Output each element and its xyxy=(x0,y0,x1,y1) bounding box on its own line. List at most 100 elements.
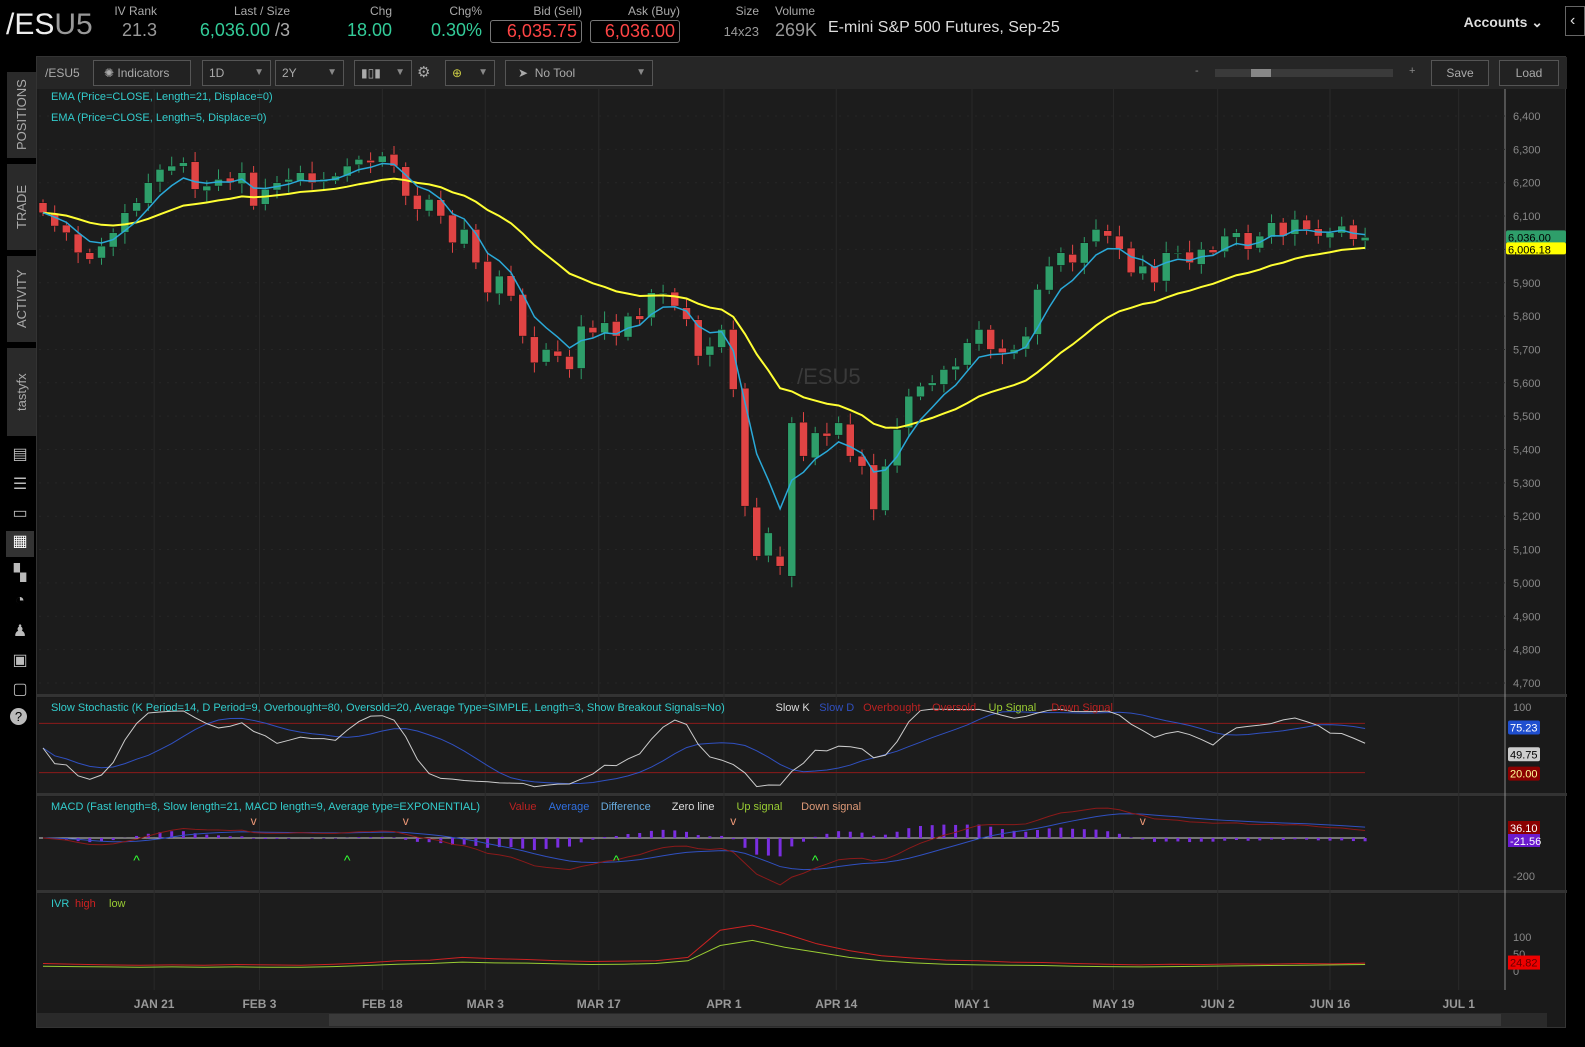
last-size-value: /3 xyxy=(274,20,290,40)
label: Last / Size xyxy=(233,4,290,18)
bid-sell[interactable]: Bid (Sell) 6,035.75 xyxy=(490,4,582,43)
indicators-label: Indicators xyxy=(117,66,170,80)
candle xyxy=(1232,232,1241,238)
range-value: 2Y xyxy=(282,66,297,80)
y-tick-label: 5,800 xyxy=(1513,311,1541,323)
candle xyxy=(354,159,364,165)
history-icon[interactable]: ◔ xyxy=(10,592,30,612)
symbol[interactable]: /ESU5 xyxy=(6,8,93,42)
candle xyxy=(1325,232,1335,238)
zoom-slider-handle[interactable] xyxy=(1250,69,1271,77)
collapse-button[interactable]: ‹ xyxy=(1565,6,1585,36)
candle xyxy=(284,179,293,183)
settings-gear-icon[interactable]: ⚙ xyxy=(417,63,430,81)
y-tick-label: 4,800 xyxy=(1513,645,1541,657)
macd-title: MACD (Fast length=8, Slow length=21, MAC… xyxy=(51,801,480,813)
tab-activity[interactable]: ACTIVITY xyxy=(7,256,36,342)
bid-button[interactable]: 6,035.75 xyxy=(490,20,582,43)
tab-tastyfx[interactable]: tastyfx xyxy=(7,348,36,436)
x-tick-label: MAY 1 xyxy=(954,997,990,1011)
save-button[interactable]: Save xyxy=(1431,60,1489,86)
candle xyxy=(1302,219,1311,230)
candle xyxy=(448,214,457,243)
candle xyxy=(249,172,258,207)
candle xyxy=(916,385,925,398)
candle xyxy=(553,350,563,357)
label: Volume xyxy=(775,4,816,18)
zoom-slider[interactable] xyxy=(1215,69,1393,77)
zoom-out-button[interactable]: - xyxy=(1195,65,1199,77)
chart-type-select[interactable]: ▮▯▮ ▼ xyxy=(354,60,412,86)
ask-buy[interactable]: Ask (Buy) 6,036.00 xyxy=(590,4,680,43)
chart-symbol[interactable]: /ESU5 xyxy=(45,66,80,80)
candle xyxy=(132,202,141,212)
chart-window: /ESU5 ✺ Indicators 1D ▼ 2Y ▼ ▮▯▮ ▼ ⚙ ⊕ ▼ ➤ N… xyxy=(36,56,1567,1029)
aggregation-select[interactable]: 1D ▼ xyxy=(202,60,271,86)
x-tick-label: MAY 19 xyxy=(1093,997,1135,1011)
x-tick-label: MAR 17 xyxy=(577,997,621,1011)
study-label-ema21: EMA (Price=CLOSE, Length=21, Displace=0) xyxy=(51,91,273,103)
macd-legend-item: Value xyxy=(509,801,536,813)
candle xyxy=(459,229,469,245)
tool-select[interactable]: ➤ No Tool ▼ xyxy=(505,60,653,86)
chart-icon[interactable]: ▦ xyxy=(6,531,34,557)
scrollbar-thumb[interactable] xyxy=(329,1014,1501,1026)
y-tick-label: 5,200 xyxy=(1513,511,1541,523)
candle xyxy=(565,356,574,370)
watchlist-icon[interactable]: ☰ xyxy=(10,474,30,494)
macd-legend-item: Down signal xyxy=(801,801,861,813)
tab-trade[interactable]: TRADE xyxy=(7,164,36,250)
grid-icon[interactable]: ▚ xyxy=(10,563,30,583)
y-tick-label: 6,400 xyxy=(1513,111,1541,123)
candle xyxy=(179,162,188,167)
candle xyxy=(190,161,200,190)
gear-icon: ✺ xyxy=(104,66,115,80)
tv-icon[interactable]: ▭ xyxy=(10,503,30,523)
candle xyxy=(1056,252,1066,266)
tool-value: No Tool xyxy=(534,66,576,80)
stochastic-legend-item: Up Signal xyxy=(989,702,1037,714)
candle xyxy=(144,182,153,204)
macd-diff-label: -21.56 xyxy=(1510,836,1541,848)
candle xyxy=(822,432,832,437)
community-icon[interactable]: ♟ xyxy=(10,621,30,641)
stochastic-legend-item: Overbought xyxy=(863,702,920,714)
tab-positions[interactable]: POSITIONS xyxy=(7,72,36,158)
price-panel xyxy=(39,89,1505,695)
panel-divider xyxy=(37,793,1567,796)
y-tick-label: 100 xyxy=(1513,702,1531,714)
y-tick-label: 5,100 xyxy=(1513,545,1541,557)
candle xyxy=(729,329,738,390)
candle xyxy=(378,155,387,163)
y-tick-label: 100 xyxy=(1513,932,1531,944)
drawing-select[interactable]: ⊕ ▼ xyxy=(445,60,495,86)
candle xyxy=(939,369,949,385)
ask-button[interactable]: 6,036.00 xyxy=(590,20,680,43)
price-chart[interactable]: 6,4006,3006,2006,1006,0005,9005,8005,700… xyxy=(37,89,1567,1029)
ivr-title: IVR xyxy=(51,898,69,910)
y-tick-label: 5,500 xyxy=(1513,411,1541,423)
y-tick-label: 6,300 xyxy=(1513,144,1541,156)
candle xyxy=(1044,265,1054,291)
fx-icon[interactable]: ▢ xyxy=(10,679,30,699)
candle xyxy=(963,342,972,366)
label: IV Rank xyxy=(114,4,157,18)
zoom-in-button[interactable]: + xyxy=(1409,65,1415,77)
candle xyxy=(846,423,855,457)
symbol-suffix: U5 xyxy=(54,8,93,41)
candle xyxy=(670,291,680,307)
candle xyxy=(752,506,761,557)
candle xyxy=(705,345,715,356)
indicators-button[interactable]: ✺ Indicators xyxy=(93,60,191,86)
news-icon[interactable]: ▤ xyxy=(10,444,30,464)
accounts-menu[interactable]: Accounts ⌄ xyxy=(1464,14,1543,31)
candle xyxy=(413,195,422,210)
chevron-down-icon: ▼ xyxy=(636,67,646,78)
change-pct: Chg% 0.30% xyxy=(420,4,482,41)
load-button[interactable]: Load xyxy=(1499,60,1559,86)
candle xyxy=(1173,252,1183,254)
range-select[interactable]: 2Y ▼ xyxy=(275,60,344,86)
calendar-icon[interactable]: ▣ xyxy=(10,650,30,670)
help-icon[interactable]: ? xyxy=(10,708,27,725)
chevron-left-icon: ‹ xyxy=(1570,12,1576,29)
